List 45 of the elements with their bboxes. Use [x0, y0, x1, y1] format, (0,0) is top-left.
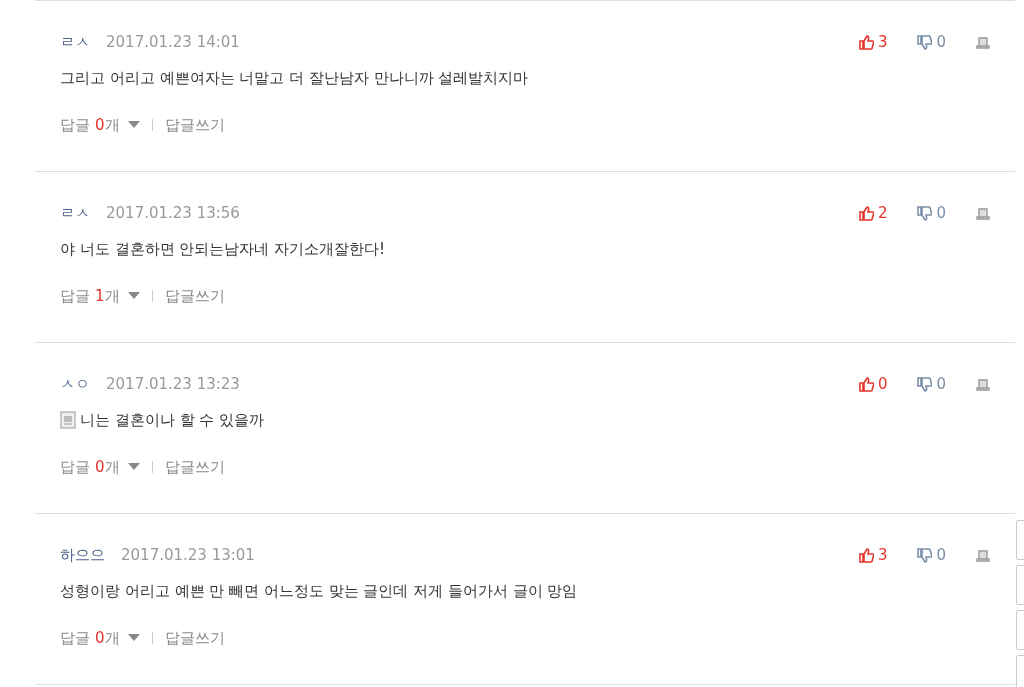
author-name[interactable]: ㅅㅇ — [60, 372, 90, 396]
author-name[interactable]: ㄹㅅ — [60, 30, 90, 54]
report-icon[interactable] — [976, 206, 990, 220]
write-reply-link[interactable]: 답글쓰기 — [164, 626, 225, 649]
write-reply-link[interactable]: 답글쓰기 — [164, 113, 225, 136]
thumbs-down-icon — [917, 205, 933, 221]
thumbs-down-icon — [917, 376, 933, 392]
like-count: 2 — [877, 202, 888, 224]
comment-text: 성형이랑 어리고 예쁜 만 빼면 어느정도 맞는 글인데 저게 들어가서 글이 망임 — [60, 581, 578, 602]
report-icon[interactable] — [976, 35, 990, 49]
thumbs-down-icon — [917, 547, 933, 563]
replies-toggle[interactable]: 답글 0개 — [60, 626, 140, 649]
replies-toggle[interactable]: 답글 0개 — [60, 455, 140, 478]
thumbs-up-icon — [858, 376, 874, 392]
replies-toggle[interactable]: 답글 1개 — [60, 284, 140, 307]
thumbs-up-icon — [858, 547, 874, 563]
write-reply-link[interactable]: 답글쓰기 — [164, 455, 225, 478]
dislike-count: 0 — [936, 202, 946, 224]
caret-icon — [127, 634, 140, 642]
comment-date: 2017.01.23 14:01 — [106, 31, 240, 53]
like-count: 0 — [877, 373, 888, 395]
like-count: 3 — [877, 31, 888, 53]
like-count: 3 — [877, 544, 888, 566]
image-attachment-icon — [60, 411, 76, 430]
dislike-count: 0 — [936, 31, 946, 53]
write-reply-link[interactable]: 답글쓰기 — [164, 284, 225, 307]
caret-icon — [127, 292, 140, 300]
caret-icon — [127, 463, 140, 471]
comment-date: 2017.01.23 13:23 — [106, 373, 240, 395]
dislike-count: 0 — [936, 544, 946, 566]
thumbs-down-icon — [917, 34, 933, 50]
comment-text: 야 너도 결혼하면 안되는남자네 자기소개잘한다! — [60, 239, 386, 260]
author-name[interactable]: 하으으 — [60, 543, 105, 567]
comment-text: 니는 결혼이나 할 수 있을까 — [80, 410, 265, 431]
comment-text: 그리고 어리고 예쁜여자는 너말고 더 잘난남자 만나니까 설레발치지마 — [60, 68, 529, 89]
report-icon[interactable] — [976, 377, 990, 391]
replies-toggle[interactable]: 답글 0개 — [60, 113, 140, 136]
comment-date: 2017.01.23 13:56 — [106, 202, 240, 224]
thumbs-up-icon — [858, 34, 874, 50]
comment-date: 2017.01.23 13:01 — [121, 544, 255, 566]
author-name[interactable]: ㄹㅅ — [60, 201, 90, 225]
dislike-count: 0 — [936, 373, 946, 395]
report-icon[interactable] — [976, 548, 990, 562]
thumbs-up-icon — [858, 205, 874, 221]
caret-icon — [127, 121, 140, 129]
